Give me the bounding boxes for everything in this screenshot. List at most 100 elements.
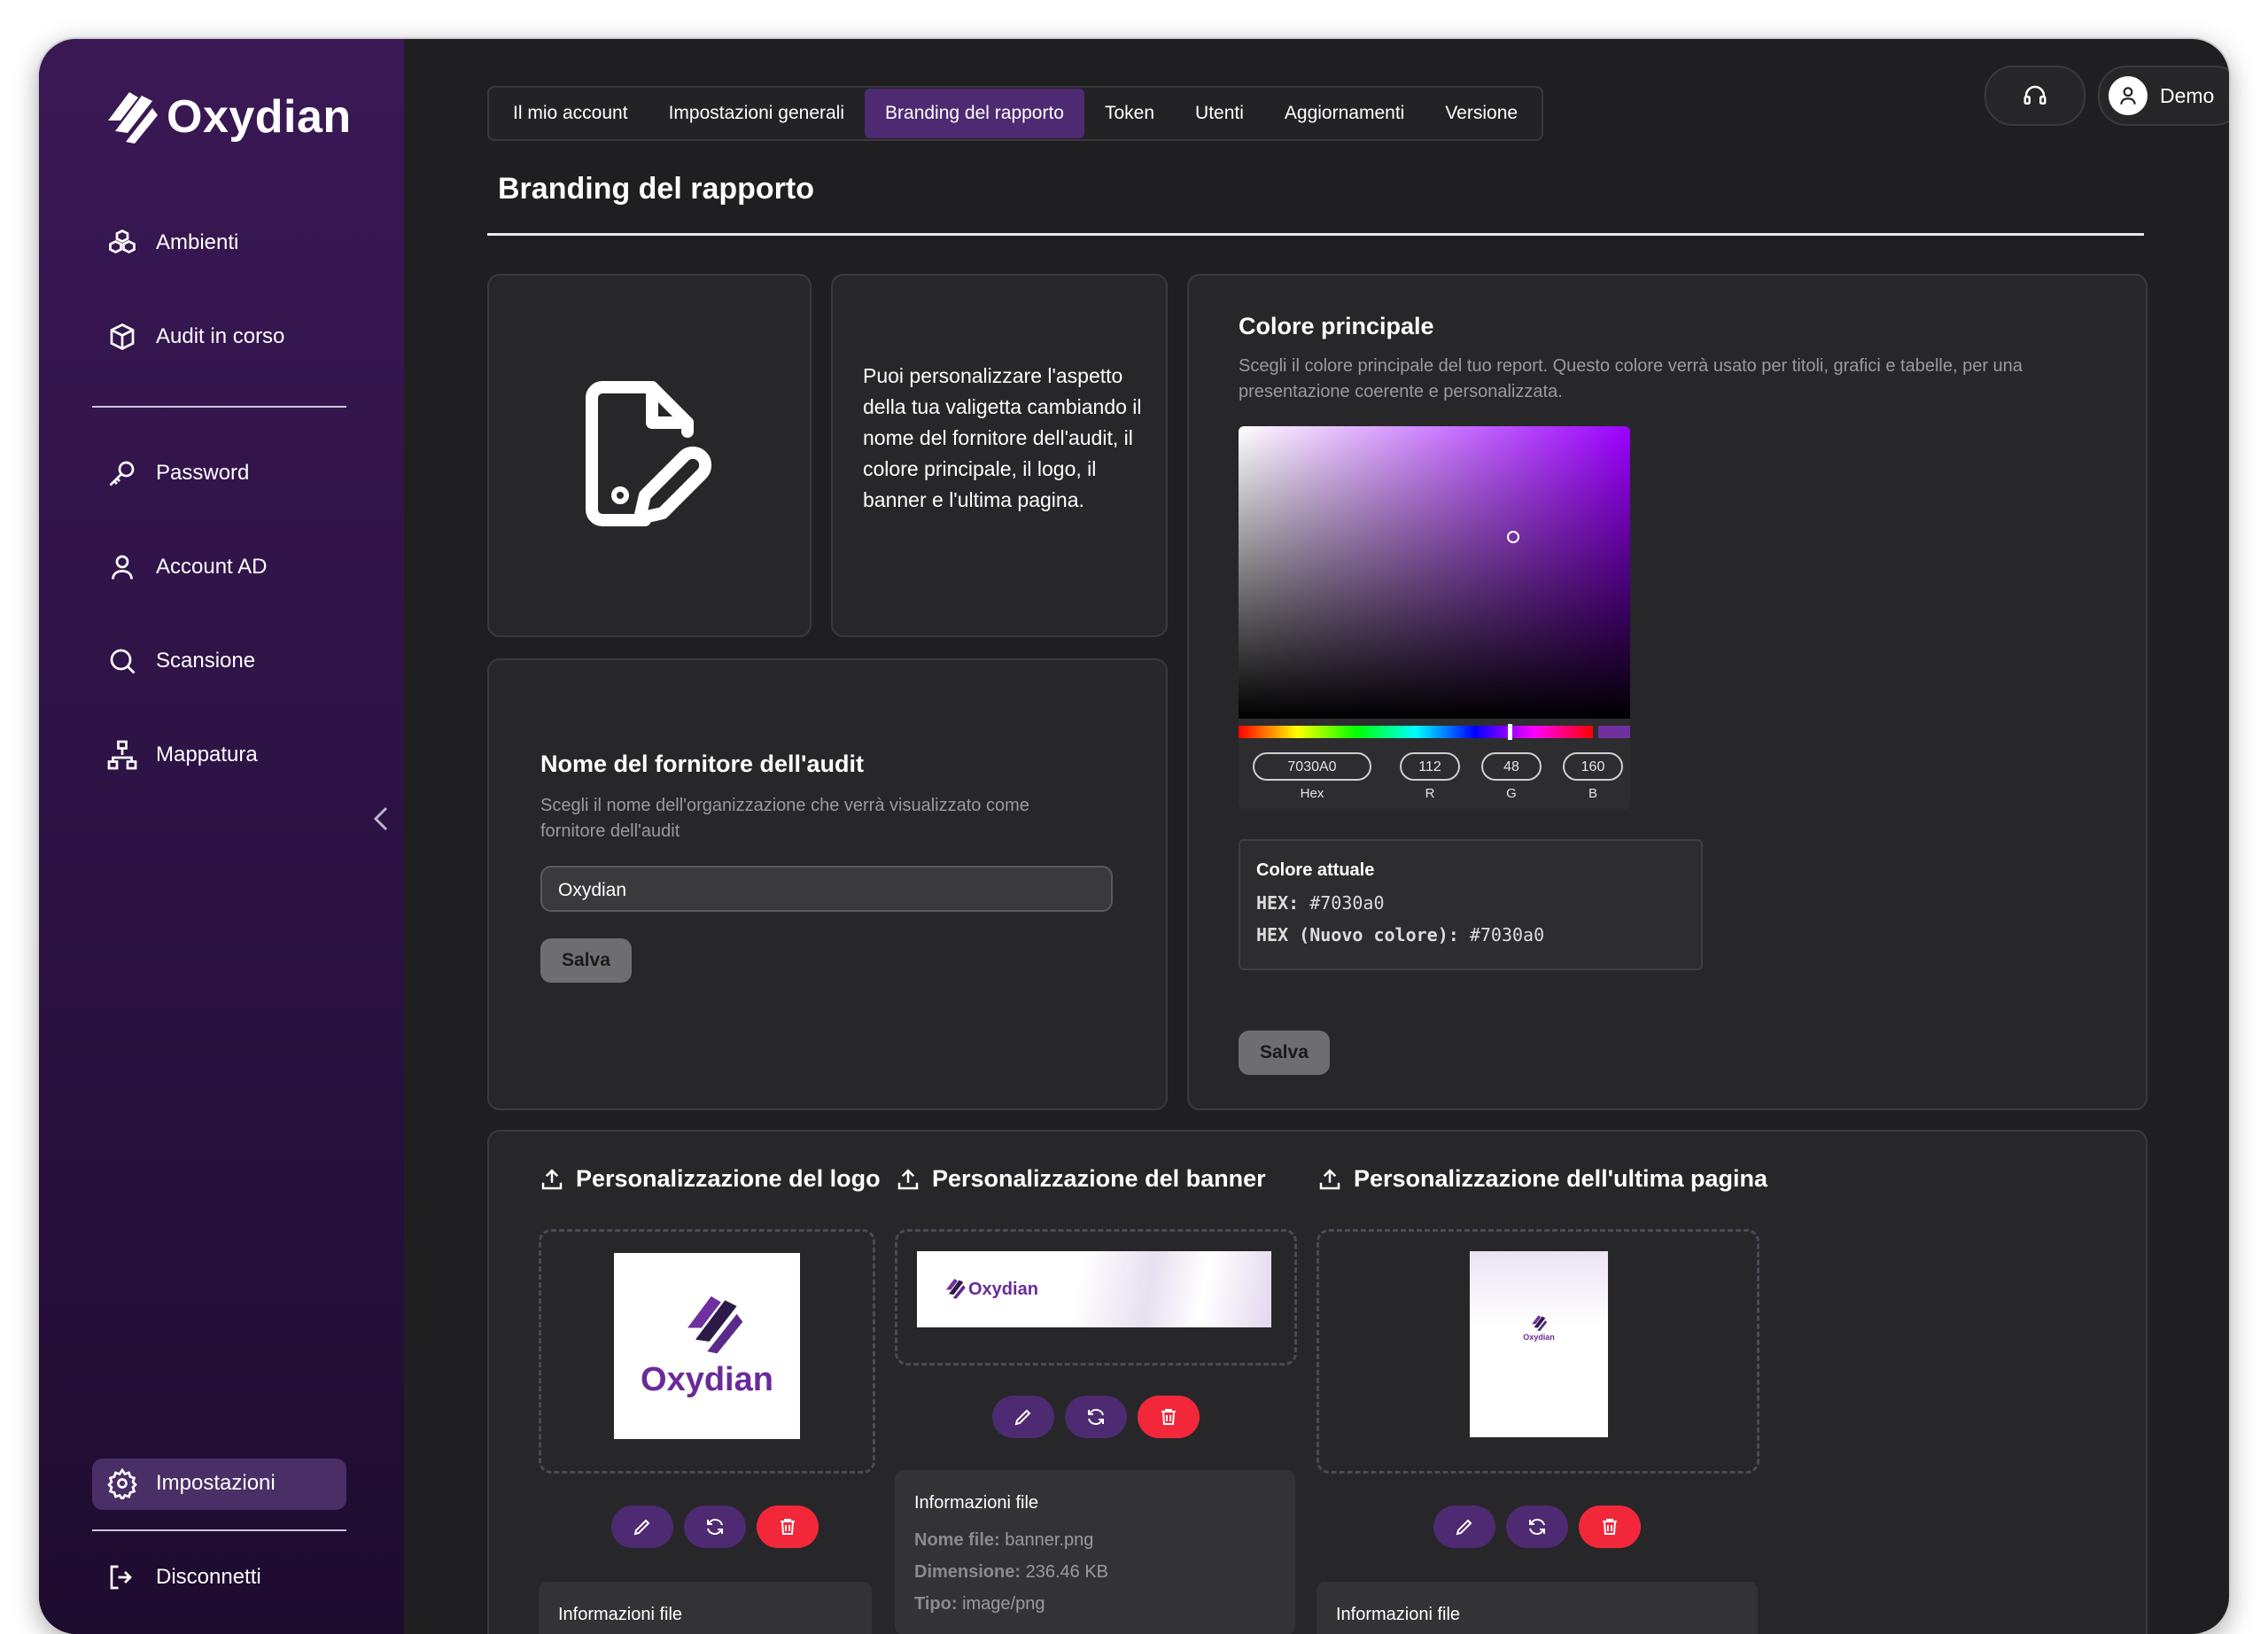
banner-edit-button[interactable] [992,1396,1054,1438]
banner-preview-word: Oxydian [968,1280,1038,1299]
banner-file-type-row: Tipo: image/png [914,1594,1045,1615]
sidebar-item-label: Ambienti [156,230,239,254]
lastpage-replace-button[interactable] [1506,1506,1568,1548]
logo-preview-word: Oxydian [641,1361,773,1398]
provider-save-button[interactable]: Salva [540,938,632,983]
tab-branding-del-rapporto[interactable]: Branding del rapporto [865,89,1084,138]
logo-delete-button[interactable] [757,1506,819,1548]
app-logo[interactable]: Oxydian [103,85,352,149]
banner-dropzone[interactable]: Oxydian [895,1229,1297,1366]
provider-card: Nome del fornitore dell'audit Scegli il … [487,658,1168,1110]
lastpage-file-info: Informazioni file [1317,1582,1758,1634]
color-card: Colore principale Scegli il colore princ… [1187,274,2148,1110]
lastpage-upload-title: Personalizzazione dell'ultima pagina [1317,1165,1767,1193]
current-hex-row: HEX: #7030a0 [1256,892,1385,914]
intro-text: Puoi personalizzare l'aspetto della tua … [863,364,1142,511]
tab-utenti[interactable]: Utenti [1175,89,1264,138]
trash-icon [781,1519,795,1535]
sidebar-item-audit-in-corso[interactable]: Audit in corso [106,321,284,353]
green-input[interactable]: 48 [1481,752,1542,781]
user-icon [112,555,133,580]
banner-file-name-row: Nome file: banner.png [914,1530,1093,1551]
support-button[interactable] [1984,66,2085,126]
app-name: Oxydian [167,91,352,143]
hex-label: Hex [1300,786,1324,801]
logo-file-info: Informazioni file [539,1582,872,1634]
sidebar-item-scansione[interactable]: Scansione [106,645,255,677]
sidebar-item-label: Impostazioni [156,1471,276,1495]
provider-name-input[interactable]: Oxydian [540,866,1113,912]
uploads-card: Personalizzazione del logo Oxydian Infor… [487,1130,2148,1634]
tab-impostazioni-generali[interactable]: Impostazioni generali [649,89,865,138]
hue-slider-handle[interactable] [1508,724,1512,740]
oxydian-logo-icon [687,1296,743,1354]
logo-preview: Oxydian [614,1253,800,1439]
picker-cursor[interactable] [1507,531,1519,543]
user-name: Demo [2160,83,2215,107]
lastpage-preview: Oxydian [1470,1251,1608,1437]
color-preview-swatch [1598,726,1630,738]
chevron-left-icon[interactable] [369,801,395,836]
logo-edit-button[interactable] [611,1506,673,1548]
app-window: Oxydian Ambienti Audit in corso Password… [39,39,2229,1634]
tab-token[interactable]: Token [1084,89,1175,138]
oxydian-logo-icon [108,92,158,144]
logo-upload-title: Personalizzazione del logo [539,1165,881,1193]
color-save-button[interactable]: Salva [1239,1031,1330,1075]
sidebar-divider [92,406,346,408]
banner-delete-button[interactable] [1138,1396,1200,1438]
sidebar-item-ambienti[interactable]: Ambienti [106,227,238,259]
lastpage-dropzone[interactable]: Oxydian [1317,1229,1759,1474]
title-divider [487,233,2144,236]
file-edit-icon [586,381,712,526]
saturation-value-area[interactable] [1239,426,1630,719]
trash-icon [1603,1519,1617,1535]
tab-il-mio-account[interactable]: Il mio account [493,89,649,138]
user-circle-icon [2109,76,2148,115]
cubes-icon [109,229,136,254]
hue-slider[interactable] [1239,726,1593,738]
lastpage-upload-label: Personalizzazione dell'ultima pagina [1354,1165,1768,1192]
tab-versione[interactable]: Versione [1425,89,1538,138]
color-picker[interactable]: 7030A0 112 48 160 Hex R G B [1239,426,1630,809]
banner-file-info-title: Informazioni file [914,1493,1039,1513]
red-label: R [1425,786,1435,801]
provider-subtitle: Scegli il nome dell'organizzazione che v… [540,796,1029,841]
blue-input[interactable]: 160 [1563,752,1623,781]
red-input[interactable]: 112 [1400,752,1460,781]
banner-replace-button[interactable] [1065,1396,1127,1438]
sidebar-item-impostazioni[interactable]: Impostazioni [106,1467,276,1499]
sidebar: Oxydian Ambienti Audit in corso Password… [39,39,404,1634]
sidebar-item-password[interactable]: Password [106,457,249,489]
logout-label: Disconnetti [156,1565,261,1589]
file-size-label: Dimensione: [914,1562,1021,1582]
lastpage-edit-button[interactable] [1433,1506,1495,1548]
sidebar-item-label: Scansione [156,649,256,673]
lastpage-preview-word: Oxydian [1523,1333,1555,1342]
banner-upload-title: Personalizzazione del banner [895,1165,1266,1193]
sidebar-item-label: Password [156,461,250,485]
logout-button[interactable]: Disconnetti [106,1561,261,1593]
refresh-icon [1088,1409,1104,1425]
user-menu-button[interactable]: Demo [2098,66,2229,126]
gear-icon [107,1467,137,1499]
logo-file-info-title: Informazioni file [558,1605,683,1624]
new-hex-value: #7030a0 [1469,924,1545,945]
banner-file-size-row: Dimensione: 236.46 KB [914,1562,1108,1583]
oxydian-logo-icon [1532,1315,1548,1332]
logo-replace-button[interactable] [684,1506,746,1548]
new-hex-row: HEX (Nuovo colore): #7030a0 [1256,924,1544,945]
lastpage-delete-button[interactable] [1579,1506,1641,1548]
search-icon [110,649,136,674]
sidebar-item-mappatura[interactable]: Mappatura [106,739,258,771]
color-subtitle: Scegli il colore principale del tuo repo… [1239,356,2023,401]
sidebar-item-account-ad[interactable]: Account AD [106,551,267,583]
sidebar-item-label: Mappatura [156,743,258,766]
tab-aggiornamenti[interactable]: Aggiornamenti [1264,89,1425,138]
hex-input[interactable]: 7030A0 [1253,752,1371,781]
main-content: Il mio account Impostazioni generali Bra… [404,39,2229,1634]
banner-upload-label: Personalizzazione del banner [932,1165,1266,1192]
file-name-label: Nome file: [914,1530,1000,1550]
box-icon [110,323,135,351]
logo-dropzone[interactable]: Oxydian [539,1229,875,1474]
